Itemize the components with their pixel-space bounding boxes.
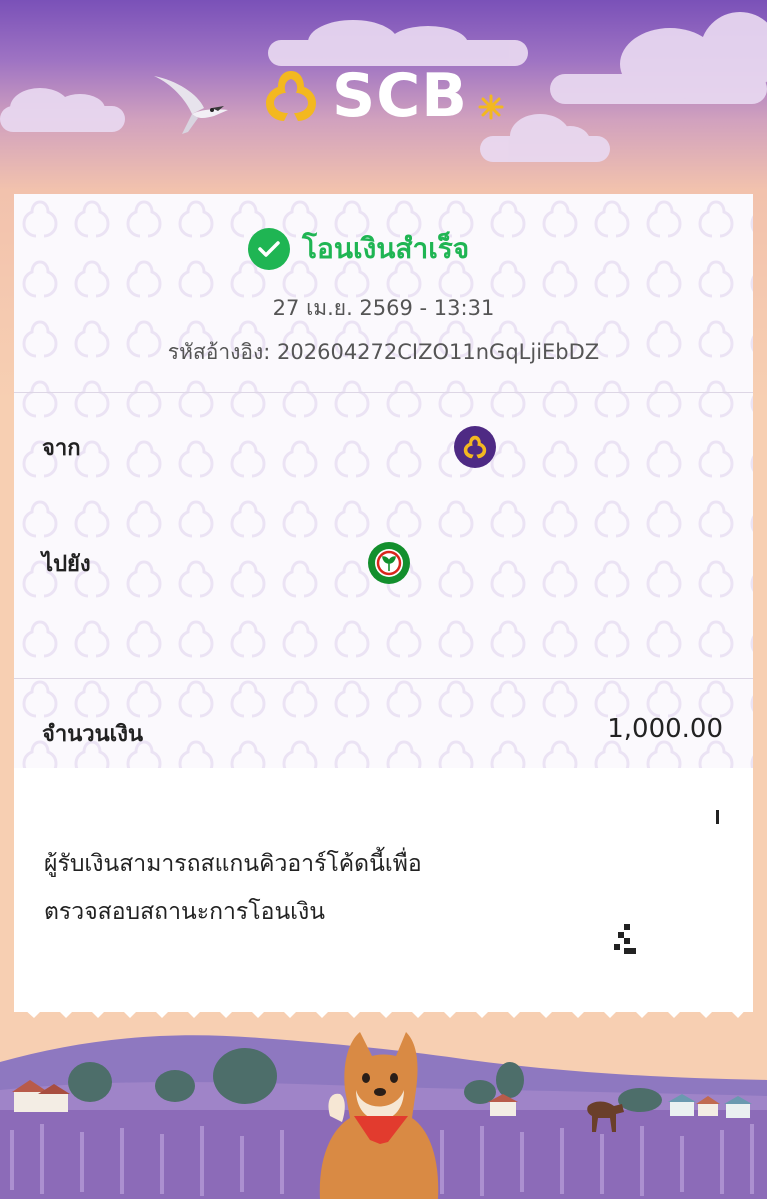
amount-value: 1,000.00 [607, 714, 723, 744]
sparkle-icon [478, 94, 504, 120]
qr-note-line-1: ผู้รับเงินสามารถสแกนคิวอาร์โค้ดนี้เพื่อ [44, 851, 422, 877]
divider [14, 392, 753, 393]
qr-code-fragment [716, 810, 719, 824]
status-row: โอนเงินสำเร็จ [248, 228, 469, 270]
transfer-receipt: โอนเงินสำเร็จ 27 เม.ย. 2569 - 13:31 รหัส… [14, 194, 753, 1012]
brand-header: SCB [262, 61, 504, 131]
reference-code: รหัสอ้างอิง: 202604272CIZO11nGqLjiEbDZ [167, 340, 600, 364]
receipt-zigzag-edge [14, 996, 753, 1018]
from-label: จาก [42, 436, 81, 461]
qr-section [14, 768, 753, 1012]
kbank-logo-icon [368, 542, 410, 584]
check-circle-icon [248, 228, 290, 270]
qr-note-line-2: ตรวจสอบสถานะการโอนเงิน [44, 899, 325, 925]
to-label: ไปยัง [42, 552, 91, 577]
bird-illustration [154, 76, 228, 134]
divider [14, 678, 753, 679]
brand-name: SCB [332, 61, 468, 131]
receipt-header: โอนเงินสำเร็จ 27 เม.ย. 2569 - 13:31 รหัส… [14, 194, 753, 392]
transaction-datetime: 27 เม.ย. 2569 - 13:31 [272, 296, 495, 320]
status-title: โอนเงินสำเร็จ [302, 232, 470, 265]
qr-code-fragment [614, 924, 636, 954]
cloud-decoration [480, 114, 610, 162]
amount-label: จำนวนเงิน [42, 722, 143, 747]
scb-logo-icon [454, 426, 496, 468]
cloud-decoration [550, 12, 767, 104]
scb-logo-icon [266, 71, 316, 121]
landscape-illustration [0, 1032, 767, 1199]
cloud-decoration [0, 88, 125, 132]
